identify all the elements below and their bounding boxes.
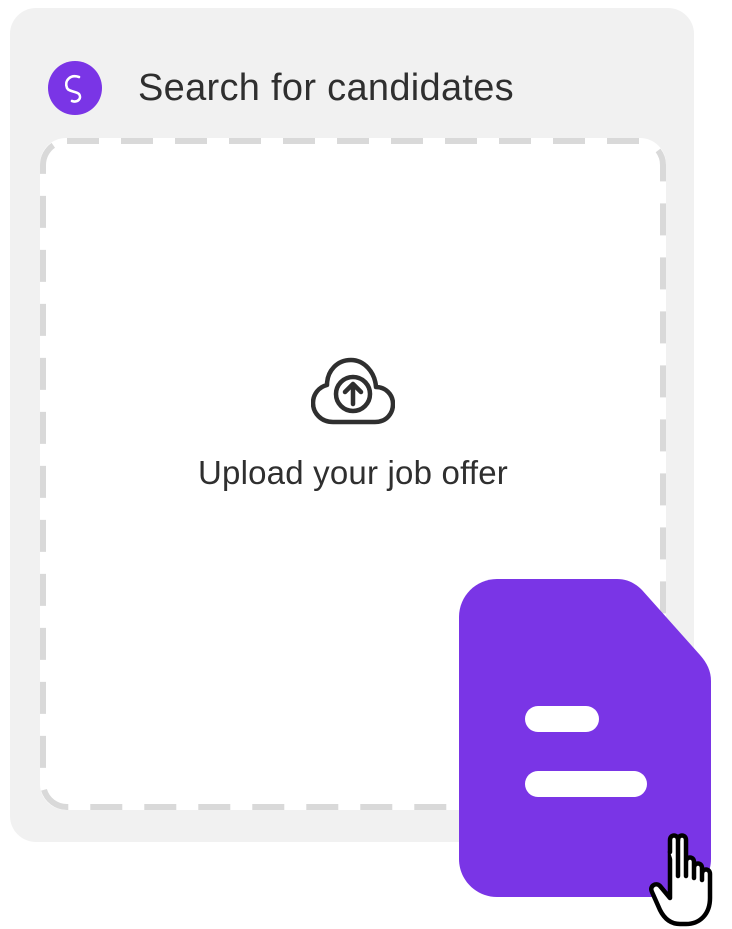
swirl-logo-icon: [48, 61, 102, 115]
cloud-upload-icon: [311, 357, 395, 425]
panel-header: Search for candidates: [48, 60, 514, 116]
page-title: Search for candidates: [138, 66, 514, 109]
upload-label: Upload your job offer: [198, 454, 508, 491]
hand-pointer-icon: [649, 833, 713, 927]
